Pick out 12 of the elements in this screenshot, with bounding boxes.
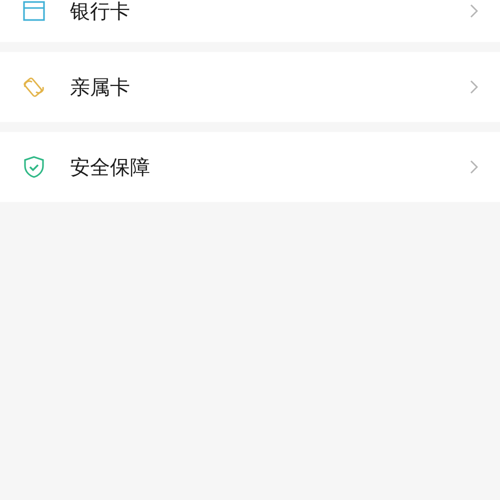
menu-item[interactable]: 银行卡 (0, 0, 500, 42)
menu-item[interactable]: 安全保障 (0, 132, 500, 202)
menu-item[interactable]: 亲属卡 (0, 52, 500, 122)
chevron-icon (470, 80, 478, 94)
chevron-icon (470, 4, 478, 18)
menu-label: 银行卡 (70, 0, 131, 24)
card-icon (22, 0, 46, 23)
menu-label: 亲属卡 (70, 74, 131, 100)
menu-label: 安全保障 (70, 154, 151, 180)
chevron-icon (470, 160, 478, 174)
shield-icon (22, 155, 46, 179)
card-icon (22, 75, 46, 99)
